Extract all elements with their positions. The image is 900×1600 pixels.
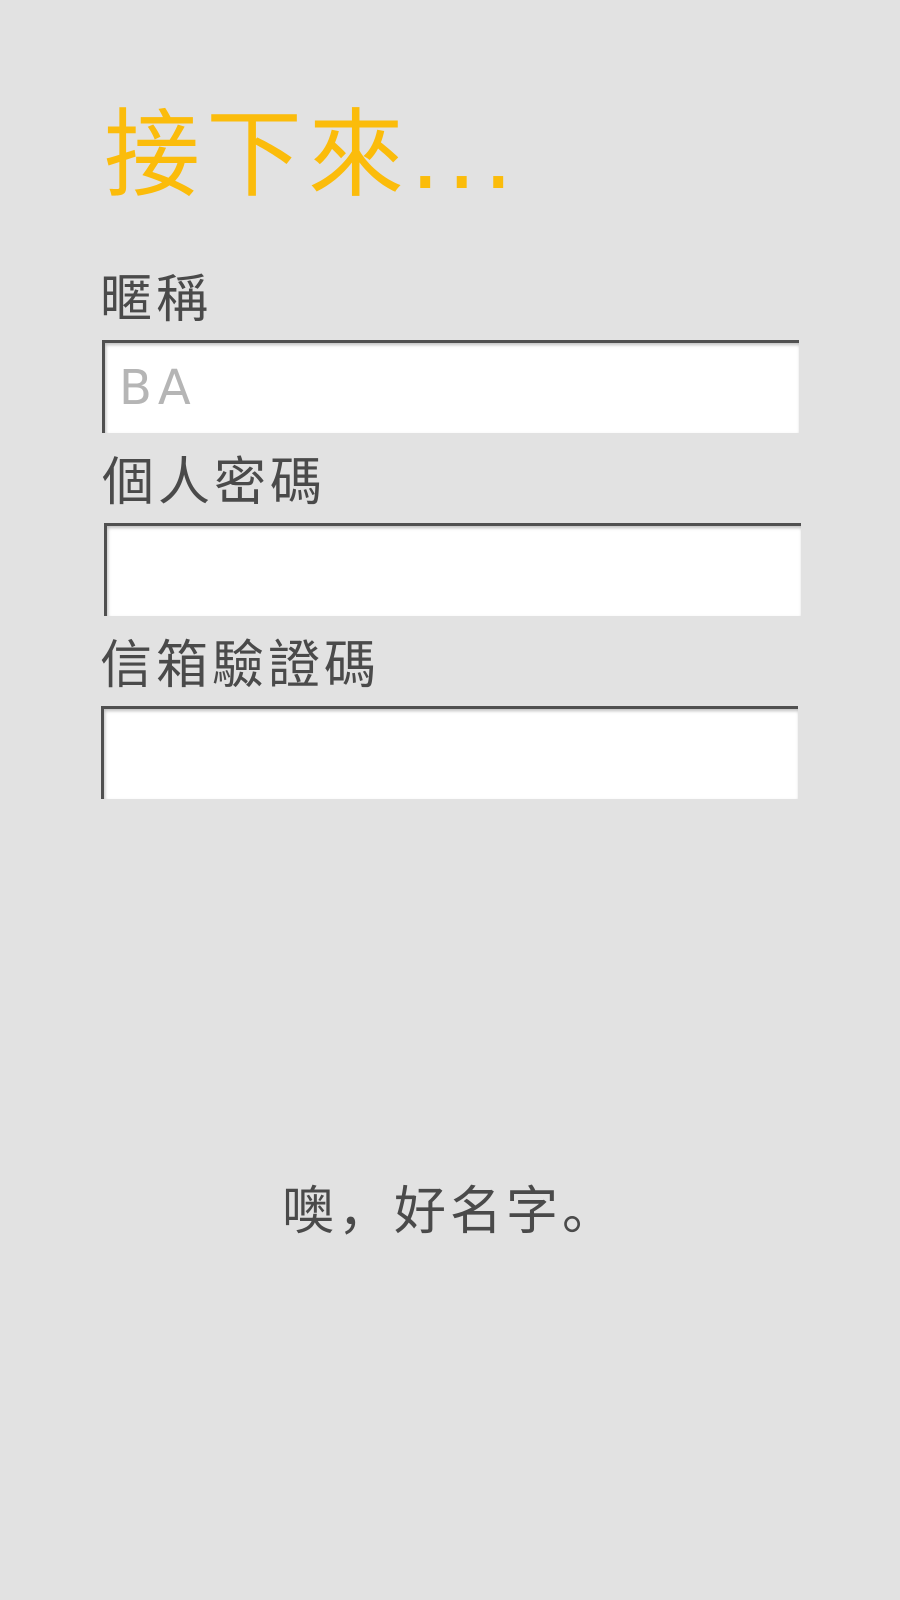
nickname-label: 暱稱 <box>100 270 213 330</box>
nickname-input[interactable] <box>102 340 799 433</box>
page-title: 接下來... <box>104 99 520 211</box>
email-code-label: 信箱驗證碼 <box>100 636 381 696</box>
email-code-input[interactable] <box>101 706 798 799</box>
confirmation-message: 噢，好名字。 <box>281 1182 618 1242</box>
password-input[interactable] <box>104 523 801 616</box>
password-label: 個人密碼 <box>102 453 327 513</box>
